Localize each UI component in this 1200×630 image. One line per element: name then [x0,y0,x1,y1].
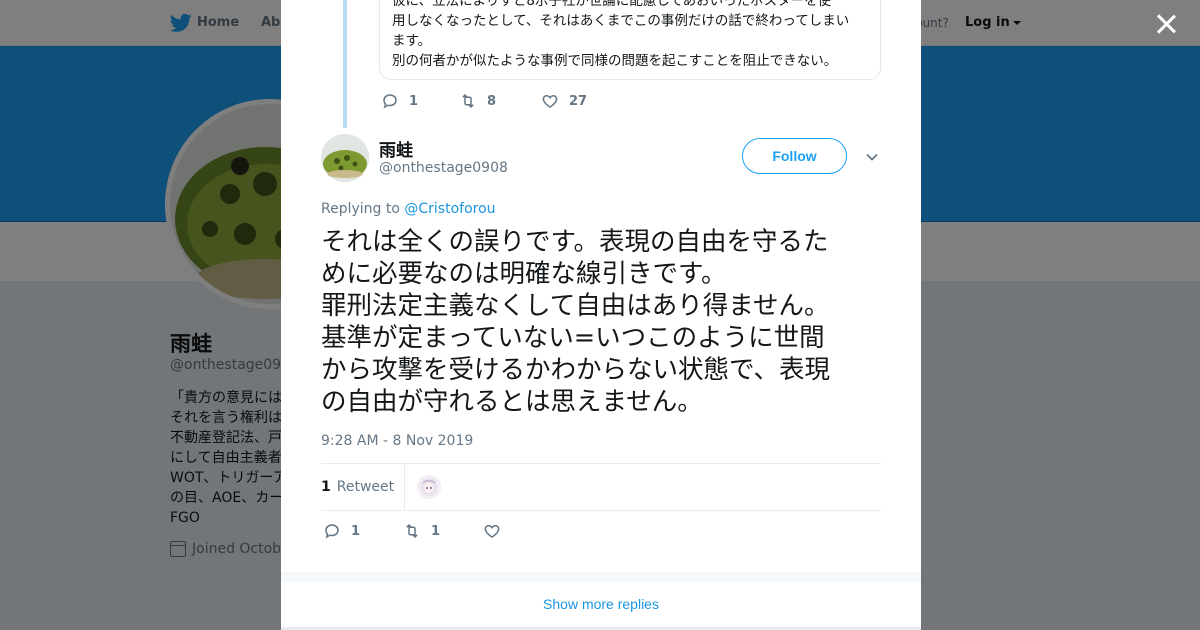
retweet-action[interactable]: 1 [403,522,483,540]
quoted-line: 仮に、立法によりすと8示子社が世論に配慮してあおいったポスターを使 [392,0,832,9]
reply-icon [325,524,339,539]
heart-icon [542,94,558,108]
replying-to: Replying to @Cristoforou [321,201,496,217]
like-action[interactable] [483,522,511,540]
chevron-down-icon[interactable] [865,150,879,164]
quoted-line: 別の何者かが似たような事例で同様の問題を起こすことを阻止できない。 [392,53,838,69]
quoted-line: 用しなくなったとして、それはあくまでこの事例だけの話で終わってしまい [392,13,850,29]
retweet-stat[interactable]: 1 Retweet [321,463,406,511]
tweet-author-avatar[interactable] [321,134,369,182]
reply-icon [383,94,397,109]
tweet-timestamp[interactable]: 9:28 AM - 8 Nov 2019 [321,433,473,449]
reply-action[interactable]: 1 [323,522,403,540]
reply-action[interactable]: 1 [381,92,459,110]
tweet-modal: 仮に、立法によりすと8示子社が世論に配慮してあおいったポスターを使 用しなくなっ… [281,0,921,630]
retweet-count: 8 [487,93,497,109]
tweet-stats: 1 Retweet [321,463,881,511]
tweet-text: それは全くの誤りです。表現の自由を守るた めに必要なのは明確な線引きです。 罪刑… [321,226,891,418]
parent-tweet-actions: 1 8 27 [381,92,587,110]
replies-divider [281,572,921,582]
show-more-replies-button[interactable]: Show more replies [281,582,921,627]
close-icon[interactable] [1154,12,1178,36]
like-action[interactable]: 27 [541,92,587,110]
tweet-text-line: から攻撃を受けるかわからない状態で、表現 [321,355,830,385]
tweet-text-line: 罪刑法定主義なくして自由はあり得ません。 [321,291,830,321]
tweet-text-line: 基準が定まっていない=いつこのように世間 [321,323,825,353]
replying-to-link[interactable]: @Cristoforou [404,201,495,217]
retweet-stat-label: Retweet [336,479,395,495]
replying-prefix: Replying to [321,201,400,217]
tweet-text-line: めに必要なのは明確な線引きです。 [321,259,727,289]
retweet-stat-count: 1 [321,479,331,495]
retweet-count: 1 [431,523,441,539]
retweet-icon [406,523,418,539]
retweet-action[interactable]: 8 [459,92,541,110]
tweet-text-line: の自由が守れるとは思えません。 [321,387,703,417]
tweet-actions: 1 1 [323,522,511,540]
thread-connector-line [343,0,347,128]
retweet-icon [462,93,474,109]
reply-count: 1 [351,523,361,539]
tweet-author-name[interactable]: 雨蛙 [379,136,413,161]
quoted-tweet[interactable]: 仮に、立法によりすと8示子社が世論に配慮してあおいったポスターを使 用しなくなっ… [379,0,881,80]
tweet-author-handle[interactable]: @onthestage0908 [379,160,508,176]
follow-button[interactable]: Follow [742,138,847,174]
retweeter-avatar[interactable] [417,475,442,499]
tweet-text-line: それは全くの誤りです。表現の自由を守るた [321,227,829,257]
heart-icon [484,524,500,538]
quoted-line: ます。 [392,33,432,49]
reply-count: 1 [409,93,419,109]
like-count: 27 [569,93,588,109]
